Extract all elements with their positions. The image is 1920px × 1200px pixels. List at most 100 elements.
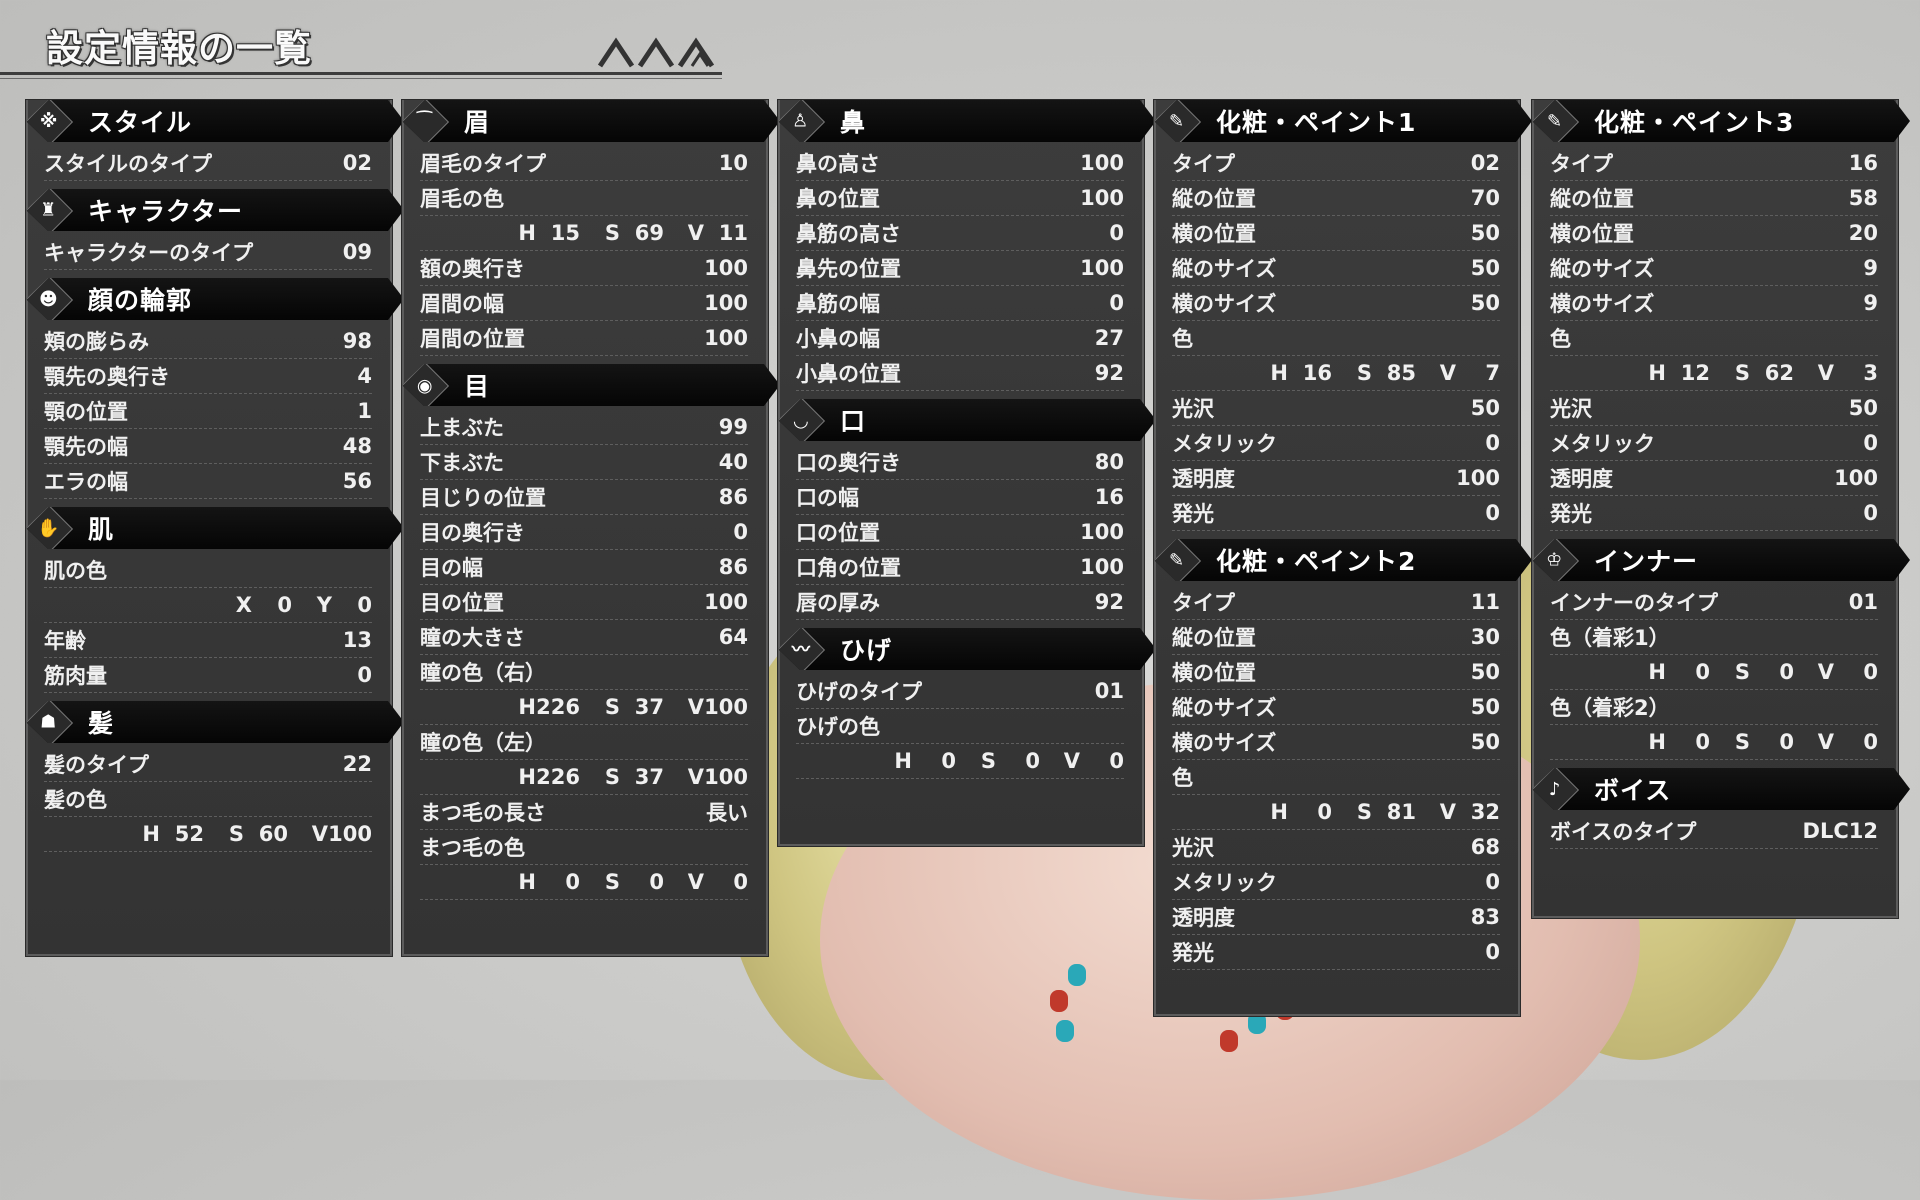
list-item: キャラクターのタイプ 09: [44, 235, 372, 270]
list-item: 色: [1550, 321, 1878, 356]
list-item: 光沢 50: [1550, 391, 1878, 426]
list-item: 上まぶた 99: [420, 410, 748, 445]
title-rule-thin: [0, 78, 722, 79]
list-item: 縦の位置 30: [1172, 620, 1500, 655]
list-item: 口の位置 100: [796, 515, 1124, 550]
list-item: 眉毛のタイプ 10: [420, 146, 748, 181]
list-item: 筋肉量 0: [44, 658, 372, 693]
hsv-values: H 52 S 60 V 100: [44, 817, 372, 852]
section-header-inner: ♔ インナー: [1532, 539, 1910, 581]
column-2: ⁀ 眉 眉毛のタイプ 10 眉毛の色 H 15 S 69 V 11 額の奥行き 100 眉…: [402, 100, 768, 956]
paint-icon: ✎: [1531, 98, 1579, 146]
list-item: 縦のサイズ 9: [1550, 251, 1878, 286]
list-item: スタイルのタイプ 02: [44, 146, 372, 181]
list-item: 口の幅 16: [796, 480, 1124, 515]
list-item: 唇の厚み 92: [796, 585, 1124, 620]
list-item: 瞳の色（右）: [420, 655, 748, 690]
hsv-values: H 226 S 37 V 100: [420, 760, 748, 795]
column-4: ✎ 化粧・ペイント1 タイプ 02 縦の位置 70 横の位置 50 縦のサイズ 50 横…: [1154, 100, 1520, 1016]
list-item: 横の位置 50: [1172, 655, 1500, 690]
sparkle-icon: ※: [25, 98, 73, 146]
title-rule: [0, 72, 722, 75]
hsv-values: H0 S0 V0: [1550, 725, 1878, 760]
list-item: 顎先の奥行き 4: [44, 359, 372, 394]
list-item: 発光 0: [1172, 935, 1500, 970]
section-header-paint3: ✎ 化粧・ペイント3: [1532, 100, 1910, 142]
list-item: タイプ 16: [1550, 146, 1878, 181]
list-item: エラの幅 56: [44, 464, 372, 499]
paint-icon: ✎: [1153, 98, 1201, 146]
hsv-values: H0 S0 V0: [420, 865, 748, 900]
list-item: 眉間の位置 100: [420, 321, 748, 356]
list-item: 色（着彩2）: [1550, 690, 1878, 725]
list-item: 鼻先の位置 100: [796, 251, 1124, 286]
list-item: 縦のサイズ 50: [1172, 251, 1500, 286]
list-item: 目の幅 86: [420, 550, 748, 585]
column-5: ✎ 化粧・ペイント3 タイプ 16 縦の位置 58 横の位置 20 縦のサイズ 9 横の…: [1532, 100, 1898, 918]
list-item: 横のサイズ 50: [1172, 286, 1500, 321]
list-item: 鼻筋の幅 0: [796, 286, 1124, 321]
list-item: 口角の位置 100: [796, 550, 1124, 585]
list-item: タイプ 02: [1172, 146, 1500, 181]
paint-icon: ✎: [1153, 537, 1201, 585]
list-item: 顎の位置 1: [44, 394, 372, 429]
list-item: 口の奥行き 80: [796, 445, 1124, 480]
hsv-values: H 226 S 37 V 100: [420, 690, 748, 725]
section-header-nose: ♙ 鼻: [778, 100, 1156, 142]
list-item: 髪の色: [44, 782, 372, 817]
list-item: 小鼻の幅 27: [796, 321, 1124, 356]
list-item: 横の位置 20: [1550, 216, 1878, 251]
face-icon: ☻: [25, 276, 73, 324]
section-header-face: ☻ 顔の輪郭: [26, 278, 404, 320]
section-header-paint2: ✎ 化粧・ペイント2: [1154, 539, 1532, 581]
hand-icon: ✋: [25, 505, 73, 553]
list-item: まつ毛の長さ 長い: [420, 795, 748, 830]
hsv-values: H0 S 81 V 32: [1172, 795, 1500, 830]
list-item: 透明度 100: [1550, 461, 1878, 496]
section-header-mouth: ◡ 口: [778, 399, 1156, 441]
inner-icon: ♔: [1531, 537, 1579, 585]
list-item: 色: [1172, 321, 1500, 356]
list-item: 縦の位置 70: [1172, 181, 1500, 216]
hsv-values: H 12 S 62 V3: [1550, 356, 1878, 391]
list-item: 光沢 50: [1172, 391, 1500, 426]
page-title: 設定情報の一覧: [46, 27, 312, 70]
list-item: 顎先の幅 48: [44, 429, 372, 464]
xy-values: X0 Y0: [44, 588, 372, 623]
list-item: 頬の膨らみ 98: [44, 324, 372, 359]
list-item: 鼻の位置 100: [796, 181, 1124, 216]
hsv-values: H0 S0 V0: [1550, 655, 1878, 690]
mouth-icon: ◡: [777, 397, 825, 445]
list-item: ひげのタイプ 01: [796, 674, 1124, 709]
character-icon: ♜: [25, 187, 73, 235]
list-item: メタリック 0: [1550, 426, 1878, 461]
list-item: タイプ 11: [1172, 585, 1500, 620]
list-item: 発光 0: [1172, 496, 1500, 531]
list-item: 発光 0: [1550, 496, 1878, 531]
list-item: ひげの色: [796, 709, 1124, 744]
section-header-voice: ♪ ボイス: [1532, 768, 1910, 810]
list-item: 横のサイズ 9: [1550, 286, 1878, 321]
list-item: 小鼻の位置 92: [796, 356, 1124, 391]
section-header-paint1: ✎ 化粧・ペイント1: [1154, 100, 1532, 142]
list-item: 縦の位置 58: [1550, 181, 1878, 216]
column-1: ※ スタイル スタイルのタイプ 02 ♜ キャラクター キャラクターのタイプ 09 …: [26, 100, 392, 956]
section-header-brow: ⁀ 眉: [402, 100, 780, 142]
list-item: 目の位置 100: [420, 585, 748, 620]
list-item: 透明度 83: [1172, 900, 1500, 935]
list-item: メタリック 0: [1172, 865, 1500, 900]
hsv-values: H 15 S 69 V 11: [420, 216, 748, 251]
list-item: 年齢 13: [44, 623, 372, 658]
list-item: 目じりの位置 86: [420, 480, 748, 515]
list-item: ボイスのタイプ DLC12: [1550, 814, 1878, 849]
list-item: 目の奥行き 0: [420, 515, 748, 550]
list-item: 瞳の色（左）: [420, 725, 748, 760]
list-item: 横の位置 50: [1172, 216, 1500, 251]
list-item: 縦のサイズ 50: [1172, 690, 1500, 725]
column-3: ♙ 鼻 鼻の高さ 100 鼻の位置 100 鼻筋の高さ 0 鼻先の位置 100 鼻筋の幅…: [778, 100, 1144, 846]
section-header-beard: 〰 ひげ: [778, 628, 1156, 670]
list-item: 額の奥行き 100: [420, 251, 748, 286]
section-header-eye: ◉ 目: [402, 364, 780, 406]
eye-icon: ◉: [401, 362, 449, 410]
list-item: 髪のタイプ 22: [44, 747, 372, 782]
